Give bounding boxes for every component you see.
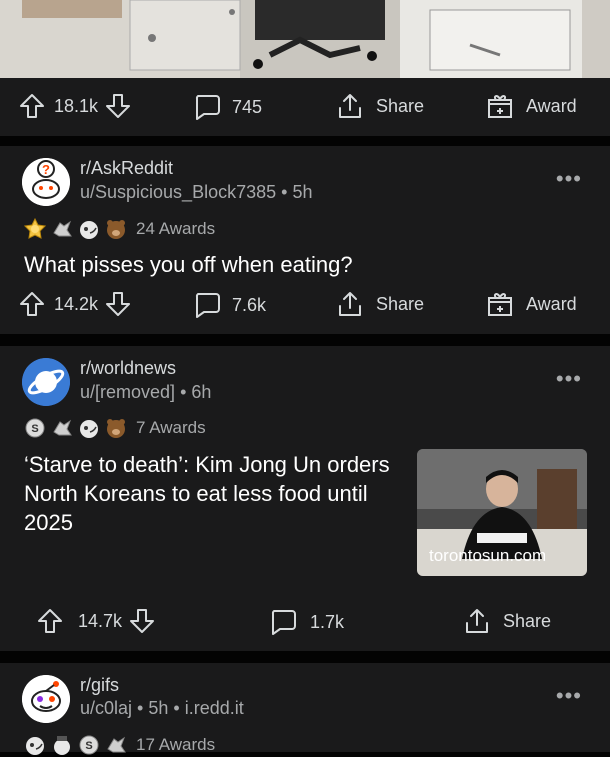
- upvote-arrow-icon: [20, 292, 44, 316]
- askreddit-snoo-icon: ?: [22, 158, 70, 206]
- award-button[interactable]: Award: [486, 92, 577, 120]
- downvote-arrow-icon[interactable]: [128, 607, 156, 635]
- username[interactable]: u/c0laj: [80, 698, 132, 718]
- planet-icon: [22, 358, 70, 406]
- subreddit-avatar-worldnews[interactable]: [22, 358, 70, 406]
- share-button[interactable]: Share: [336, 92, 424, 120]
- award-button[interactable]: Award: [486, 290, 577, 318]
- share-icon: [339, 94, 361, 118]
- post-age: 5h: [292, 182, 313, 202]
- subreddit-avatar-gifs[interactable]: [22, 675, 70, 723]
- comments-button[interactable]: 7.6k: [192, 290, 266, 320]
- comment-count: 1.7k: [310, 611, 345, 632]
- award-label: Award: [526, 293, 577, 314]
- silver-coin-award-icon: S: [79, 735, 99, 755]
- link-domain: torontosun.com: [429, 546, 547, 565]
- upvote-button[interactable]: 18.1k: [18, 92, 132, 120]
- subreddit-avatar-askreddit[interactable]: ?: [22, 158, 70, 206]
- username[interactable]: u/Suspicious_Block7385: [80, 182, 276, 202]
- subreddit-name[interactable]: r/AskReddit: [80, 158, 173, 179]
- post-domain[interactable]: i.redd.it: [185, 698, 244, 718]
- awards-count: 7 Awards: [136, 418, 206, 437]
- post-meta: u/Suspicious_Block7385 • 5h: [80, 182, 313, 203]
- share-icon: [466, 609, 488, 633]
- username[interactable]: u/[removed]: [80, 382, 175, 402]
- wholesome-award-icon: [53, 220, 72, 237]
- office-chair-photo: [0, 0, 610, 78]
- silver-award-icon: [26, 737, 44, 755]
- comment-count: 7.6k: [232, 294, 267, 315]
- gold-award-icon: [24, 218, 46, 239]
- bear-award-icon: [107, 220, 125, 239]
- upvote-count: 14.2k: [54, 293, 99, 314]
- awards-count: 24 Awards: [136, 219, 216, 238]
- post-image[interactable]: [0, 0, 610, 78]
- awards-count: 17 Awards: [136, 735, 216, 754]
- upvote-arrow-icon: [38, 609, 62, 633]
- post-title[interactable]: What pisses you off when eating?: [24, 250, 584, 279]
- comment-bubble-icon: [195, 95, 220, 120]
- upvote-button[interactable]: 14.7k: [36, 607, 156, 635]
- upvote-button[interactable]: 14.2k: [18, 290, 132, 318]
- more-options-icon[interactable]: •••: [556, 366, 582, 392]
- post-card-askreddit[interactable]: ? r/AskReddit u/Suspicious_Block7385 • 5…: [0, 146, 610, 334]
- share-label: Share: [376, 95, 425, 116]
- upvote-arrow-icon: [20, 94, 44, 118]
- silver-award-icon: [80, 221, 98, 239]
- share-label: Share: [376, 293, 425, 314]
- comment-bubble-icon: [195, 293, 220, 318]
- bear-award-icon: [107, 419, 125, 438]
- post-title[interactable]: ‘Starve to death’: Kim Jong Un orders No…: [24, 450, 404, 537]
- comments-button[interactable]: 1.7k: [268, 607, 344, 637]
- downvote-arrow-icon[interactable]: [104, 92, 132, 120]
- svg-text:S: S: [31, 423, 38, 435]
- upvote-count: 14.7k: [78, 610, 123, 631]
- meta-separator: •: [281, 182, 293, 202]
- downvote-arrow-icon[interactable]: [104, 290, 132, 318]
- post-meta: u/c0laj • 5h • i.redd.it: [80, 698, 244, 719]
- subreddit-name[interactable]: r/worldnews: [80, 358, 176, 379]
- post-meta: u/[removed] • 6h: [80, 382, 211, 403]
- awards-row[interactable]: S 7 Awards: [24, 416, 206, 440]
- wholesome-award-icon: [53, 419, 72, 436]
- link-thumbnail[interactable]: torontosun.com: [417, 449, 587, 576]
- meta-separator: •: [173, 698, 185, 718]
- share-button[interactable]: Share: [463, 607, 551, 635]
- silver-coin-award-icon: S: [25, 418, 45, 438]
- post-card-1-actions: 18.1k 745 Share Award: [0, 78, 610, 136]
- svg-text:?: ?: [42, 162, 50, 177]
- meta-separator: •: [137, 698, 149, 718]
- silver-award-icon: [80, 420, 98, 438]
- helpful-award-icon: [54, 736, 70, 755]
- more-options-icon[interactable]: •••: [556, 683, 582, 709]
- share-label: Share: [503, 610, 552, 631]
- share-icon: [339, 292, 361, 316]
- comment-bubble-icon: [271, 610, 296, 635]
- gift-award-icon: [488, 95, 512, 118]
- meta-separator: •: [180, 382, 192, 402]
- award-label: Award: [526, 95, 577, 116]
- comment-count: 745: [232, 96, 263, 117]
- post-card-gifs[interactable]: r/gifs u/c0laj • 5h • i.redd.it ••• S 17…: [0, 663, 610, 755]
- awards-row[interactable]: 24 Awards: [24, 217, 215, 241]
- share-button[interactable]: Share: [336, 290, 424, 318]
- gifs-snoo-icon: [22, 675, 70, 723]
- gift-award-icon: [488, 293, 512, 316]
- comments-button[interactable]: 745: [192, 92, 262, 122]
- post-age: 5h: [148, 698, 169, 718]
- subreddit-name[interactable]: r/gifs: [80, 675, 119, 696]
- upvote-count: 18.1k: [54, 95, 99, 116]
- post-age: 6h: [191, 382, 212, 402]
- wholesome-award-icon: [107, 736, 126, 753]
- more-options-icon[interactable]: •••: [556, 166, 582, 192]
- awards-row[interactable]: S 17 Awards: [24, 733, 215, 757]
- svg-text:S: S: [85, 740, 92, 752]
